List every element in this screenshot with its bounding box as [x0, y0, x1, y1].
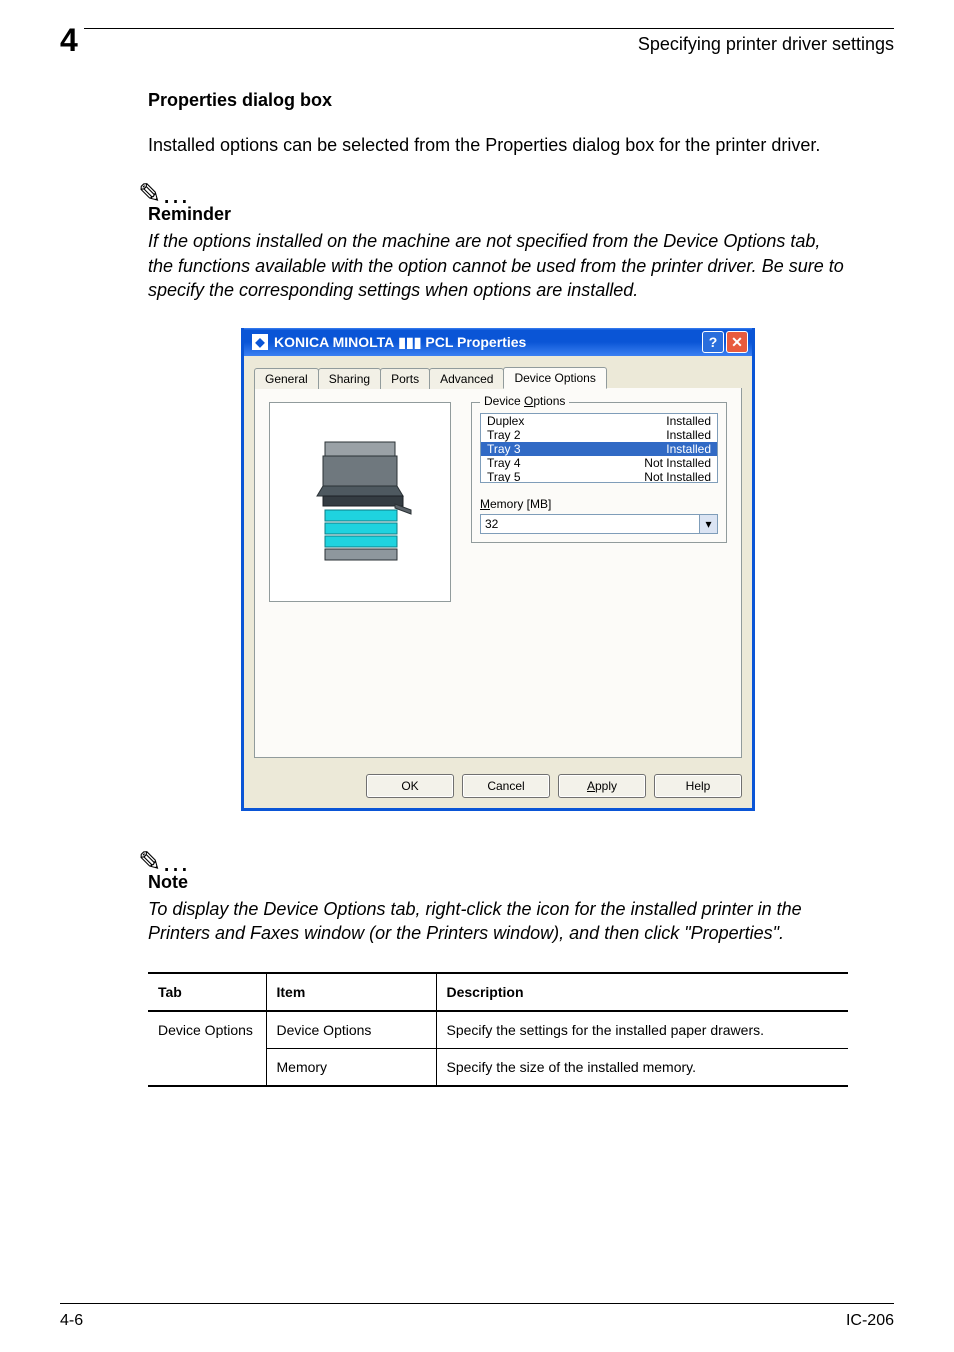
cell-description: Specify the size of the installed memory…: [436, 1048, 848, 1086]
cancel-button[interactable]: Cancel: [462, 774, 550, 798]
dialog-button-row: OK Cancel Apply Help: [244, 766, 752, 808]
properties-dialog: ◆ KONICA MINOLTA ▮▮▮ PCL Properties ? ✕ …: [241, 328, 755, 811]
title-prefix: KONICA MINOLTA: [274, 334, 394, 350]
note-body: To display the Device Options tab, right…: [148, 897, 848, 946]
title-suffix: PCL Properties: [425, 334, 526, 350]
memory-select[interactable]: 32 ▾: [480, 514, 718, 534]
app-icon: ◆: [252, 334, 268, 350]
running-header: Specifying printer driver settings: [638, 34, 894, 55]
reminder-body: If the options installed on the machine …: [148, 229, 848, 302]
list-item[interactable]: Tray 5 Not Installed: [481, 470, 717, 483]
option-status: Installed: [666, 428, 711, 442]
option-status: Installed: [666, 442, 711, 456]
list-item-selected[interactable]: Tray 3 Installed: [481, 442, 717, 456]
group-legend: Device Options: [480, 394, 569, 408]
table-header-description: Description: [436, 973, 848, 1011]
device-options-group: Device Options Duplex Installed Tray 2 I…: [471, 402, 727, 543]
top-rule: [60, 28, 894, 29]
printer-illustration: [295, 432, 425, 572]
printer-preview: [269, 402, 451, 602]
tab-advanced[interactable]: Advanced: [429, 368, 504, 389]
list-item[interactable]: Duplex Installed: [481, 414, 717, 428]
cell-tab: Device Options: [148, 1011, 266, 1086]
option-name: Duplex: [487, 414, 524, 428]
bottom-rule: [60, 1303, 894, 1304]
option-name: Tray 2: [487, 428, 521, 442]
table-row: Device Options Device Options Specify th…: [148, 1011, 848, 1049]
ok-button[interactable]: OK: [366, 774, 454, 798]
table-header-item: Item: [266, 973, 436, 1011]
footer-model: IC-206: [846, 1312, 894, 1330]
option-name: Tray 3: [487, 442, 521, 456]
device-options-list[interactable]: Duplex Installed Tray 2 Installed Tray 3…: [480, 413, 718, 483]
cell-item: Memory: [266, 1048, 436, 1086]
option-status: Installed: [666, 414, 711, 428]
section-heading: Properties dialog box: [148, 90, 848, 111]
chevron-down-icon[interactable]: ▾: [699, 515, 717, 533]
options-table: Tab Item Description Device Options Devi…: [148, 972, 848, 1087]
intro-paragraph: Installed options can be selected from t…: [148, 133, 848, 157]
apply-button[interactable]: Apply: [558, 774, 646, 798]
tab-panel: Device Options Duplex Installed Tray 2 I…: [254, 388, 742, 758]
tab-device-options[interactable]: Device Options: [503, 367, 606, 389]
list-item[interactable]: Tray 4 Not Installed: [481, 456, 717, 470]
option-status: Not Installed: [644, 456, 711, 470]
tab-strip: General Sharing Ports Advanced Device Op…: [254, 366, 742, 389]
chapter-number: 4: [60, 22, 84, 59]
table-header-tab: Tab: [148, 973, 266, 1011]
option-status: Not Installed: [644, 470, 711, 483]
reminder-label: Reminder: [148, 204, 848, 225]
list-item[interactable]: Tray 2 Installed: [481, 428, 717, 442]
titlebar-close-button[interactable]: ✕: [726, 331, 748, 353]
title-masked: ▮▮▮: [398, 334, 421, 351]
tab-ports[interactable]: Ports: [380, 368, 430, 389]
cell-item: Device Options: [266, 1011, 436, 1049]
help-button[interactable]: Help: [654, 774, 742, 798]
option-name: Tray 5: [487, 470, 521, 483]
tab-general[interactable]: General: [254, 368, 319, 389]
footer-page: 4-6: [60, 1312, 83, 1330]
option-name: Tray 4: [487, 456, 521, 470]
memory-label: Memory [MB]: [480, 497, 718, 511]
cell-description: Specify the settings for the installed p…: [436, 1011, 848, 1049]
tab-sharing[interactable]: Sharing: [318, 368, 381, 389]
titlebar-help-button[interactable]: ?: [702, 331, 724, 353]
titlebar[interactable]: ◆ KONICA MINOLTA ▮▮▮ PCL Properties ? ✕: [244, 328, 752, 356]
memory-value: 32: [485, 517, 498, 531]
note-label: Note: [148, 872, 848, 893]
